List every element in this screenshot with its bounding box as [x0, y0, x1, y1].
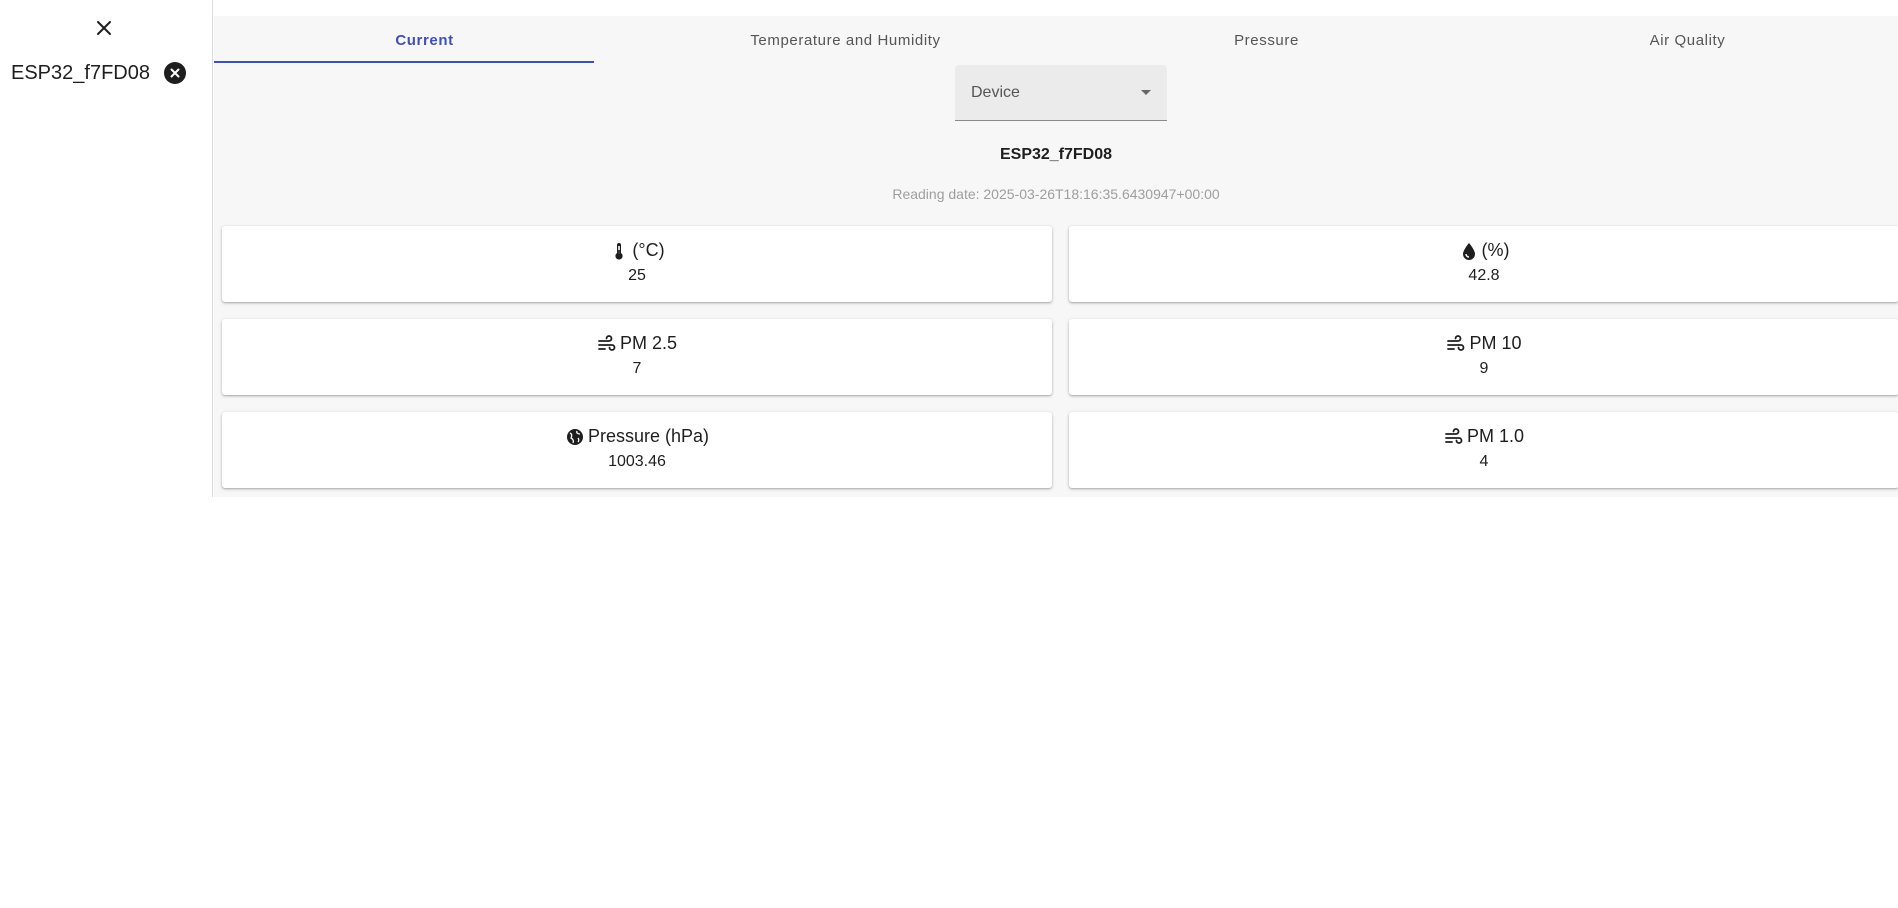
- card-value: 9: [1479, 360, 1489, 377]
- active-tab-indicator: [214, 61, 594, 63]
- card-value: 42.8: [1468, 267, 1500, 284]
- dropdown-arrow-icon: [1141, 90, 1151, 95]
- sidebar: ESP32_f7FD08: [0, 0, 213, 497]
- main-panel: Current Temperature and Humidity Pressur…: [214, 16, 1898, 497]
- card-value: 4: [1479, 453, 1489, 470]
- air-icon: [1447, 334, 1465, 351]
- device-select-label: Device: [971, 84, 1020, 101]
- device-select[interactable]: Device: [955, 65, 1167, 121]
- card-title: (°C): [222, 240, 1052, 261]
- globe-icon: [566, 428, 583, 445]
- card-title-text: (°C): [632, 240, 665, 260]
- pm10-card: PM 10 9: [1069, 319, 1898, 395]
- tab-pressure-label: Pressure: [1234, 31, 1299, 49]
- tab-pressure[interactable]: Pressure: [1056, 16, 1477, 64]
- cancel-icon: [170, 68, 180, 78]
- card-title: PM 2.5: [222, 333, 1052, 354]
- card-value: 1003.46: [608, 453, 666, 470]
- tab-current[interactable]: Current: [214, 16, 635, 64]
- device-title: ESP32_f7FD08: [999, 146, 1113, 163]
- card-value: 25: [628, 267, 646, 284]
- tab-current-label: Current: [395, 31, 454, 49]
- remove-device-button[interactable]: [163, 62, 186, 84]
- card-title-text: Pressure (hPa): [587, 426, 710, 446]
- tab-bar: Current Temperature and Humidity Pressur…: [214, 16, 1898, 64]
- card-title: (%): [1069, 240, 1898, 261]
- tab-temperature-humidity[interactable]: Temperature and Humidity: [635, 16, 1056, 64]
- thermometer-icon: [615, 242, 624, 260]
- reading-date: Reading date: 2025-03-26T18:16:35.643094…: [892, 186, 1220, 202]
- card-title: PM 10: [1069, 333, 1898, 354]
- close-icon: [97, 21, 111, 35]
- device-chip[interactable]: ESP32_f7FD08: [11, 58, 186, 88]
- water-drop-icon: [1462, 242, 1475, 260]
- card-title-text: PM 2.5: [619, 333, 678, 353]
- close-sidebar-button[interactable]: [91, 15, 117, 41]
- pressure-card: Pressure (hPa) 1003.46: [222, 412, 1052, 488]
- card-value: 7: [632, 360, 642, 377]
- air-icon: [1445, 427, 1463, 444]
- pm1-card: PM 1.0 4: [1069, 412, 1898, 488]
- tab-air-quality-label: Air Quality: [1649, 31, 1726, 49]
- air-icon: [598, 334, 616, 351]
- app-root: ESP32_f7FD08 Current Temperature and Hum…: [0, 0, 1898, 908]
- card-title-text: PM 10: [1469, 333, 1522, 353]
- card-title: Pressure (hPa): [222, 426, 1052, 447]
- humidity-card: (%) 42.8: [1069, 226, 1898, 302]
- pm25-card: PM 2.5 7: [222, 319, 1052, 395]
- device-chip-label: ESP32_f7FD08: [11, 61, 150, 84]
- card-title-text: PM 1.0: [1466, 426, 1525, 446]
- tab-air-quality[interactable]: Air Quality: [1477, 16, 1898, 64]
- tab-temperature-humidity-label: Temperature and Humidity: [750, 31, 941, 49]
- temperature-card: (°C) 25: [222, 226, 1052, 302]
- card-title-text: (%): [1481, 240, 1510, 260]
- card-title: PM 1.0: [1069, 426, 1898, 447]
